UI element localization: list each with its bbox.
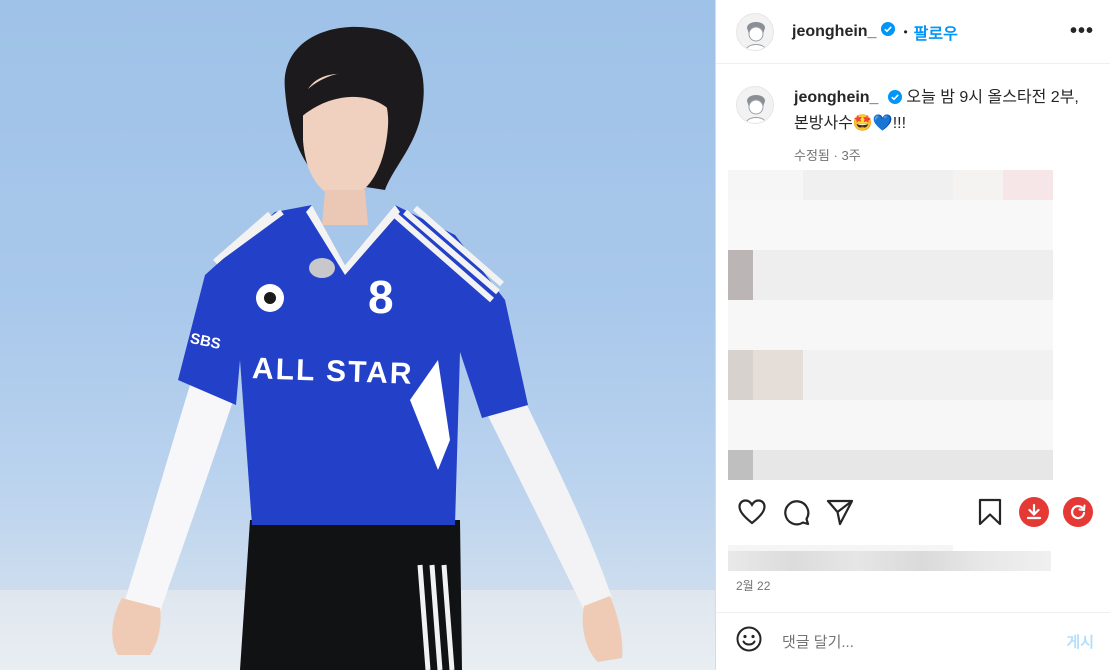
edited-label: 수정됨 <box>794 148 830 163</box>
caption-avatar[interactable] <box>736 86 774 124</box>
heart-icon <box>738 499 766 525</box>
player-illustration <box>112 26 623 670</box>
download-button[interactable] <box>1014 492 1054 532</box>
jersey-text: ALL STAR <box>251 352 415 391</box>
avatar[interactable] <box>736 12 774 51</box>
caption: jeonghein_ 오늘 밤 9시 올스타전 2부, 본방사수🤩💙!!! 수정… <box>716 64 1110 168</box>
refresh-icon <box>1063 497 1093 527</box>
post-header: jeonghein_ • 팔로우 ••• <box>716 0 1110 64</box>
follow-button[interactable]: 팔로우 <box>914 20 958 44</box>
header-separator: • <box>903 24 908 39</box>
caption-username[interactable]: jeonghein_ <box>794 89 878 106</box>
post-date[interactable]: 2월 22 <box>736 577 770 594</box>
download-icon <box>1019 497 1049 527</box>
post-comment-button[interactable]: 게시 <box>1066 631 1094 652</box>
like-button[interactable] <box>732 492 772 532</box>
header-username[interactable]: jeonghein_ <box>792 23 876 41</box>
time-ago[interactable]: 3주 <box>841 148 860 163</box>
instagram-post-window: 8 ALL STAR SBS jeonghein_ • 팔로우 ••• jeon… <box>0 0 1110 670</box>
bookmark-button[interactable] <box>970 492 1010 532</box>
caption-body: jeonghein_ 오늘 밤 9시 올스타전 2부, 본방사수🤩💙!!! 수정… <box>794 86 1084 168</box>
more-options-icon[interactable]: ••• <box>1070 20 1094 43</box>
caption-meta: 수정됨 · 3주 <box>794 144 1084 168</box>
verified-icon <box>881 22 896 41</box>
bookmark-icon <box>978 498 1002 526</box>
post-photo[interactable]: 8 ALL STAR SBS <box>0 0 715 670</box>
comment-input[interactable]: 댓글 달기... <box>782 631 1066 652</box>
emoji-icon[interactable] <box>736 626 762 657</box>
comment-bar: 댓글 달기... 게시 <box>716 612 1110 670</box>
post-side-panel: jeonghein_ • 팔로우 ••• jeonghein_ 오늘 밤 9시 … <box>715 0 1110 670</box>
jersey-number: 8 <box>368 271 394 323</box>
comment-icon <box>784 500 810 526</box>
share-icon <box>826 499 854 526</box>
comment-button[interactable] <box>776 492 816 532</box>
blurred-comments <box>728 170 1078 480</box>
meta-separator: · <box>833 148 838 163</box>
refresh-button[interactable] <box>1058 492 1098 532</box>
post-actions <box>732 492 1098 532</box>
share-button[interactable] <box>820 492 860 532</box>
blurred-likes <box>728 545 1051 571</box>
verified-icon <box>887 88 902 112</box>
